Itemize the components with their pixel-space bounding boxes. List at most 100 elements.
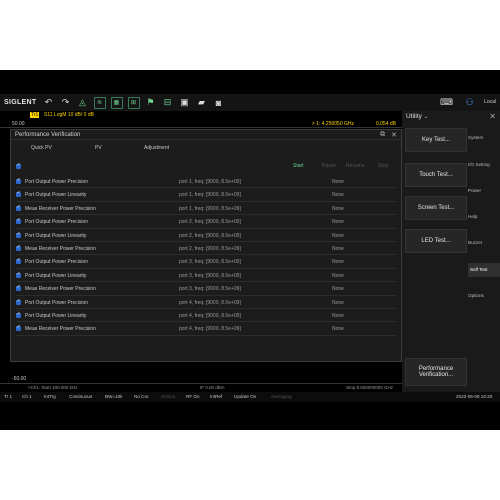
select-all-checkbox[interactable] <box>16 162 21 169</box>
dialog-icons: ⧉ ✕ <box>380 131 397 139</box>
side-system[interactable]: System <box>468 135 500 140</box>
status-correction[interactable]: No Cor <box>134 394 149 399</box>
status-rf[interactable]: RF On <box>186 394 200 399</box>
display-icon[interactable]: ▦ <box>110 96 123 109</box>
resume-button[interactable]: Resume <box>346 163 365 169</box>
table-row[interactable]: Port Output Power Precision port 2, freq:… <box>16 215 396 229</box>
table-row[interactable]: Meas Receiver Power Precision port 2, fre… <box>16 242 396 256</box>
touch-test-button[interactable]: Touch Test... <box>405 163 467 187</box>
test-name: Port Output Power Linearity <box>25 272 87 279</box>
row-checkbox[interactable] <box>16 244 21 251</box>
side-power[interactable]: Power <box>468 188 500 193</box>
measure-icon[interactable]: ◬ <box>77 97 89 109</box>
table-row[interactable]: Meas Receiver Power Precision port 4, fre… <box>16 322 396 336</box>
folder-icon[interactable]: ▰ <box>196 97 208 109</box>
row-checkbox[interactable] <box>16 217 21 225</box>
test-parameters: port 2, freq: [9000, 8.5e+09] <box>179 219 241 226</box>
table-row[interactable]: Port Output Power Precision port 3, freq:… <box>16 255 396 269</box>
led-test-button[interactable]: LED Test... <box>405 229 467 253</box>
toolbar: SIGLENT ↶ ↷ ◬ ≋ ▦ ⊞ ⚑ ⊟ ▣ ▰ ◙ ⌨ ⚇ Local <box>0 94 500 111</box>
row-checkbox[interactable] <box>16 204 21 211</box>
calibration-icon[interactable]: ⊞ <box>127 96 140 109</box>
test-name: Port Output Power Precision <box>25 259 89 266</box>
close-icon[interactable]: ✕ <box>391 131 397 139</box>
user-icon[interactable]: ⚇ <box>464 96 476 108</box>
test-result: None <box>332 272 344 279</box>
screen-test-button[interactable]: Screen Test... <box>405 196 467 220</box>
status-channel[interactable]: Ch 1 <box>22 394 32 399</box>
chevron-down-icon: ⌄ <box>423 114 428 120</box>
row-checkbox[interactable] <box>16 177 21 184</box>
test-parameters: port 2, freq: [9000, 8.5e+09] <box>179 232 241 239</box>
table-row[interactable]: Port Output Power Linearity port 1, freq:… <box>16 188 396 202</box>
status-update[interactable]: Update On <box>234 394 256 399</box>
trace-tag[interactable]: Tr1 <box>30 112 40 118</box>
trace-icon[interactable]: ≋ <box>93 96 106 109</box>
test-name: Port Output Power Linearity <box>25 192 87 199</box>
status-bar: Tr 1 Ch 1 IntTrg Continuous BW=10k No Co… <box>0 392 500 402</box>
status-averaging[interactable]: Averaging <box>271 394 292 399</box>
test-parameters: port 3, freq: [9000, 8.5e+09] <box>179 272 241 279</box>
minimize-icon[interactable]: ⧉ <box>380 131 385 139</box>
table-row[interactable]: Port Output Power Linearity port 2, freq:… <box>16 229 396 242</box>
test-parameters: port 3, freq: [9000, 8.5e+09] <box>179 286 241 293</box>
table-row[interactable]: Port Output Power Linearity port 3, freq:… <box>16 269 396 283</box>
row-checkbox[interactable] <box>16 311 21 318</box>
stop-frequency: Stop 8.500000000 GHz <box>346 385 394 390</box>
row-checkbox[interactable] <box>16 190 21 198</box>
side-io-setting[interactable]: I/O Setting <box>468 162 500 167</box>
test-result: None <box>332 245 344 252</box>
redo-icon[interactable]: ↷ <box>60 97 72 109</box>
row-checkbox[interactable] <box>16 298 21 305</box>
row-checkbox[interactable] <box>16 271 21 278</box>
performance-verification-dialog: Performance Verification ⧉ ✕ Quick PV PV… <box>10 129 402 362</box>
keyboard-icon[interactable]: ⌨ <box>440 96 453 108</box>
side-buzzer[interactable]: Buzzer <box>468 240 500 245</box>
test-parameters: port 4, freq: [9000, 8.5e+09] <box>179 326 241 333</box>
status-bandwidth[interactable]: BW=10k <box>105 394 123 399</box>
side-help[interactable]: Help <box>468 214 500 219</box>
save-icon[interactable]: ▣ <box>179 97 191 109</box>
marker-value: 0.054 dB <box>375 121 396 127</box>
tab-quick-pv[interactable]: Quick PV <box>31 145 52 151</box>
test-name: Meas Receiver Power Precision <box>25 245 96 252</box>
status-reference[interactable]: IntRef <box>210 394 222 399</box>
channel-icon[interactable]: ⊟ <box>162 97 174 109</box>
test-name: Port Output Power Precision <box>25 219 89 226</box>
marker-icon[interactable]: ⚑ <box>145 97 157 109</box>
row-checkbox[interactable] <box>16 257 21 265</box>
test-parameters: port 1, freq: [9000, 8.5e+09] <box>179 192 241 199</box>
status-trace[interactable]: Tr 1 <box>4 394 12 399</box>
panel-close-icon[interactable]: ✕ <box>489 112 496 121</box>
test-name: Meas Receiver Power Precision <box>25 205 96 212</box>
row-checkbox[interactable] <box>16 284 21 292</box>
side-self-test[interactable]: Self Test <box>468 263 500 277</box>
test-name: Port Output Power Linearity <box>25 232 87 239</box>
camera-icon[interactable]: ◙ <box>213 97 225 109</box>
table-row[interactable]: Meas Receiver Power Precision port 1, fre… <box>16 202 396 216</box>
status-sweep[interactable]: Continuous <box>69 394 92 399</box>
tab-pv[interactable]: PV <box>95 145 102 151</box>
key-test-button[interactable]: Key Test... <box>405 128 467 152</box>
pause-button[interactable]: Pause <box>322 163 336 169</box>
row-checkbox[interactable] <box>16 324 21 332</box>
row-checkbox[interactable] <box>16 231 21 238</box>
stop-button[interactable]: Stop <box>378 163 388 169</box>
table-row[interactable]: Meas Receiver Power Precision port 3, fre… <box>16 282 396 296</box>
table-row[interactable]: Port Output Power Precision port 1, freq:… <box>16 175 396 189</box>
undo-icon[interactable]: ↶ <box>43 97 55 109</box>
table-row[interactable]: Port Output Power Linearity port 4, freq:… <box>16 309 396 323</box>
test-result: None <box>332 299 344 306</box>
start-button[interactable]: Start <box>293 163 304 169</box>
status-trigger[interactable]: IntTrg <box>44 394 56 399</box>
test-parameters: port 1, freq: [9000, 8.5e+09] <box>179 179 241 185</box>
test-parameters: port 4, freq: [9000, 8.5e+09] <box>179 299 241 306</box>
channel-status: >Ch1: Start 100.000 kHz IF 0.00 dBm Stop… <box>0 383 402 391</box>
panel-title[interactable]: Utility ⌄ <box>402 111 500 122</box>
performance-verification-button[interactable]: Performance Verification... <box>405 358 467 386</box>
table-row[interactable]: Port Output Power Precision port 4, freq:… <box>16 296 396 309</box>
status-smart-cal[interactable]: SmCal <box>161 394 175 399</box>
test-parameters: port 2, freq: [9000, 8.5e+09] <box>179 245 241 252</box>
tab-adjustment[interactable]: Adjustment <box>144 145 169 151</box>
side-options[interactable]: Options <box>468 293 500 298</box>
